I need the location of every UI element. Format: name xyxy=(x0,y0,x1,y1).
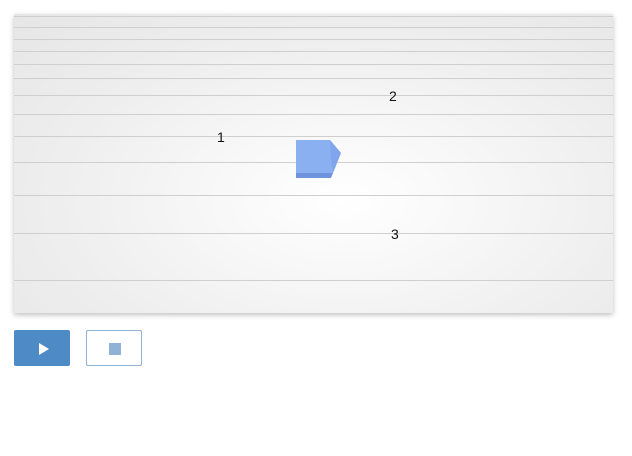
grid-line xyxy=(14,27,613,28)
grid-line xyxy=(14,64,613,65)
grid-line xyxy=(14,78,613,79)
cube-object[interactable] xyxy=(295,139,342,179)
grid-line xyxy=(14,16,613,17)
grid-line xyxy=(14,195,613,196)
grid-line xyxy=(14,233,613,234)
3d-viewport[interactable]: 1 2 3 xyxy=(14,14,613,313)
marker-label-3: 3 xyxy=(391,226,399,242)
marker-label-2: 2 xyxy=(389,88,397,104)
grid-line xyxy=(14,136,613,137)
grid-line xyxy=(14,280,613,281)
stop-button[interactable] xyxy=(86,330,142,366)
grid-line xyxy=(14,114,613,115)
grid-line xyxy=(14,39,613,40)
marker-label-1: 1 xyxy=(217,129,225,145)
stop-icon xyxy=(109,343,121,355)
play-icon xyxy=(39,343,49,355)
grid-line xyxy=(14,51,613,52)
play-button[interactable] xyxy=(14,330,70,366)
grid-line xyxy=(14,95,613,96)
